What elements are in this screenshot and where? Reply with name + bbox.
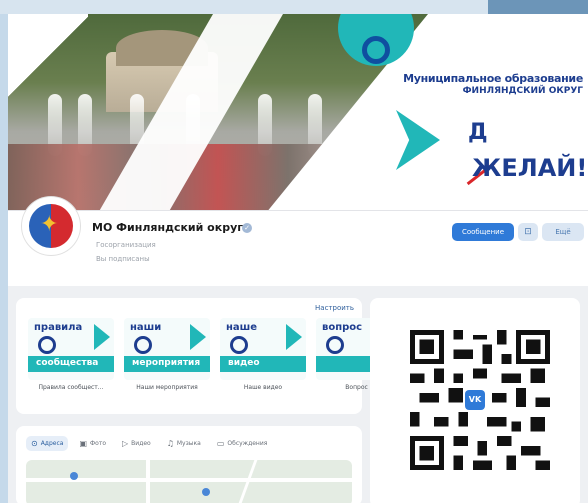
app-tile-image: правила сообщества — [28, 318, 114, 380]
profile-header: МО Финляндский округ ✓ Госорганизация Вы… — [8, 197, 588, 286]
sections-card: ⊙ Адреса ▣ Фото ▷ Видео ♫ Музыка ▭ Обсуждения — [16, 426, 362, 503]
app-tile-line1: правила — [34, 322, 83, 333]
app-tile-line2: видео — [228, 358, 260, 368]
setup-link[interactable]: Настроить — [315, 304, 354, 312]
app-tile-image: наши мероприятия — [124, 318, 210, 380]
map-pin-icon[interactable] — [202, 488, 210, 496]
notifications-icon[interactable]: ⊡ — [518, 223, 538, 241]
org-title-line2: ФИНЛЯНДСКИЙ ОКРУГ — [462, 86, 583, 96]
message-button[interactable]: Сообщение — [452, 223, 514, 241]
app-tile[interactable]: правила сообщества Правила сообщест... — [28, 318, 114, 391]
avatar[interactable] — [22, 197, 80, 255]
tab-label: Видео — [131, 440, 151, 447]
app-tile-line2: сообщества — [36, 358, 99, 368]
app-tiles: правила сообщества Правила сообщест... н… — [28, 318, 402, 391]
community-name: МО Финляндский округ — [92, 221, 243, 234]
slogan-main: ЖЕЛАЙ! — [472, 154, 588, 182]
tab-label: Обсуждения — [227, 440, 268, 447]
vk-logo-icon: VK — [465, 390, 485, 410]
app-tile-caption: Наши мероприятия — [136, 384, 198, 391]
tab-addresses[interactable]: ⊙ Адреса — [26, 436, 69, 451]
tab-label: Музыка — [176, 440, 201, 447]
app-tile[interactable]: наши мероприятия Наши мероприятия — [124, 318, 210, 391]
follow-status[interactable]: Вы подписаны — [96, 255, 150, 263]
org-logo-icon — [338, 14, 414, 74]
tab-discussions[interactable]: ▭ Обсуждения — [212, 436, 273, 451]
cover-corner — [8, 14, 88, 210]
org-title: Муниципальное образование ФИНЛЯНДСКИЙ ОК… — [353, 72, 583, 96]
address-map[interactable] — [26, 460, 352, 503]
coat-of-arms-icon — [29, 204, 73, 248]
content-area: Настроить правила сообщества Правила соо… — [8, 286, 588, 503]
tab-label: Фото — [90, 440, 107, 447]
community-page: Муниципальное образование ФИНЛЯНДСКИЙ ОК… — [8, 14, 588, 503]
photo-icon: ▣ — [79, 439, 87, 448]
verified-icon: ✓ — [242, 223, 252, 233]
pin-icon: ⊙ — [31, 439, 38, 448]
app-tile-image: наше видео — [220, 318, 306, 380]
tab-label: Адреса — [40, 440, 64, 447]
app-tile-line1: наши — [130, 322, 162, 333]
section-tabs: ⊙ Адреса ▣ Фото ▷ Видео ♫ Музыка ▭ Обсуждения — [26, 436, 272, 451]
app-tile[interactable]: наше видео Наше видео — [220, 318, 306, 391]
more-button[interactable]: Ещё — [542, 223, 584, 241]
tab-music[interactable]: ♫ Музыка — [162, 436, 206, 451]
app-tile-line2: мероприятия — [132, 358, 201, 368]
cover-banner: Муниципальное образование ФИНЛЯНДСКИЙ ОК… — [8, 14, 588, 210]
apps-card: Настроить правила сообщества Правила соо… — [16, 298, 402, 414]
app-tile-caption: Наше видео — [243, 384, 283, 391]
video-icon: ▷ — [122, 439, 129, 448]
app-tile-caption: Правила сообщест... — [38, 384, 104, 391]
community-type: Госорганизация — [96, 241, 156, 249]
qr-card: VK — [370, 298, 580, 503]
app-tile-line1: наше — [226, 322, 258, 333]
map-pin-icon[interactable] — [70, 472, 78, 480]
tab-videos[interactable]: ▷ Видео — [117, 436, 156, 451]
map-road — [146, 460, 150, 503]
org-title-line1: Муниципальное образование — [403, 72, 583, 85]
music-icon: ♫ — [166, 439, 174, 448]
arrow-icon — [396, 110, 440, 170]
tab-photos[interactable]: ▣ Фото — [74, 436, 111, 451]
window-top-tab — [488, 0, 588, 14]
chat-icon: ▭ — [216, 439, 225, 448]
app-tile-line1: вопрос — [322, 322, 363, 333]
slogan-prefix: Д — [468, 120, 488, 145]
